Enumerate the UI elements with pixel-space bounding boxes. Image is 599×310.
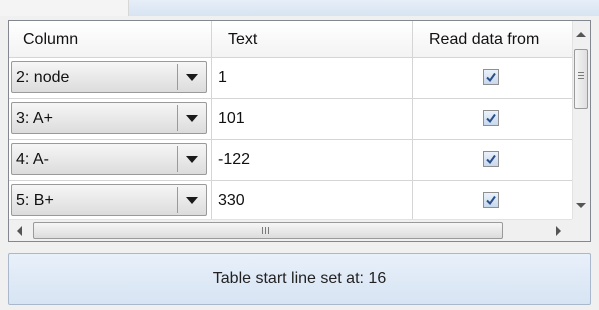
read-data-cell [413, 99, 573, 139]
top-tab-strip [0, 0, 599, 16]
table-row: 2: node 1 [9, 58, 573, 99]
grip-line [268, 227, 269, 234]
dropdown-separator [177, 64, 178, 90]
dropdown-separator [177, 187, 178, 213]
header-column[interactable]: Column [9, 21, 212, 57]
scroll-up-arrow-icon[interactable] [576, 32, 586, 37]
read-data-checkbox[interactable] [483, 110, 499, 126]
scroll-left-arrow-icon[interactable] [17, 226, 22, 236]
table-row: 5: B+ 330 [9, 181, 573, 220]
read-data-checkbox[interactable] [483, 69, 499, 85]
header-read-data-from[interactable]: Read data from [413, 21, 573, 57]
chevron-down-icon[interactable] [186, 197, 198, 204]
column-dropdown[interactable]: 2: node [11, 61, 207, 93]
scrollbar-corner [572, 219, 590, 241]
read-data-checkbox[interactable] [483, 151, 499, 167]
header-text[interactable]: Text [212, 21, 413, 57]
horizontal-scroll-thumb[interactable] [33, 222, 503, 239]
horizontal-scrollbar[interactable] [9, 219, 573, 241]
grip-line [578, 75, 584, 76]
read-data-cell [413, 140, 573, 180]
text-cell[interactable]: 330 [212, 181, 413, 220]
dropdown-separator [177, 146, 178, 172]
column-dropdown-value: 5: B+ [16, 192, 54, 209]
text-cell[interactable]: 101 [212, 99, 413, 139]
grip-line [578, 78, 584, 79]
scroll-down-arrow-icon[interactable] [576, 203, 586, 208]
vertical-scrollbar[interactable] [572, 21, 590, 220]
chevron-down-icon[interactable] [186, 156, 198, 163]
scroll-right-arrow-icon[interactable] [556, 226, 561, 236]
checkmark-icon [486, 113, 496, 124]
table-row: 3: A+ 101 [9, 99, 573, 140]
dropdown-separator [177, 105, 178, 131]
read-data-cell [413, 58, 573, 98]
text-cell[interactable]: -122 [212, 140, 413, 180]
text-cell[interactable]: 1 [212, 58, 413, 98]
column-cell: 3: A+ [9, 99, 212, 139]
checkmark-icon [486, 72, 496, 83]
chevron-down-icon[interactable] [186, 115, 198, 122]
column-dropdown[interactable]: 5: B+ [11, 184, 207, 216]
grid-rows: 2: node 1 3: A+ 101 4: A- -122 5: B+ 330 [9, 58, 573, 220]
read-data-checkbox[interactable] [483, 192, 499, 208]
vertical-scroll-thumb[interactable] [574, 49, 588, 109]
chevron-down-icon[interactable] [186, 74, 198, 81]
table-row: 4: A- -122 [9, 140, 573, 181]
read-data-cell [413, 181, 573, 220]
column-mapping-grid: Column Text Read data from 2: node 1 3: … [8, 20, 591, 242]
grip-line [265, 227, 266, 234]
tab-accent [129, 0, 599, 16]
grid-header-row: Column Text Read data from [9, 21, 573, 58]
column-cell: 5: B+ [9, 181, 212, 220]
checkmark-icon [486, 154, 496, 165]
column-dropdown[interactable]: 4: A- [11, 143, 207, 175]
grip-line [262, 227, 263, 234]
column-cell: 4: A- [9, 140, 212, 180]
column-dropdown-value: 2: node [16, 69, 70, 86]
grip-line [578, 72, 584, 73]
status-message: Table start line set at: 16 [8, 253, 591, 305]
column-cell: 2: node [9, 58, 212, 98]
column-dropdown[interactable]: 3: A+ [11, 102, 207, 134]
tab-edge [0, 0, 129, 16]
column-dropdown-value: 3: A+ [16, 110, 53, 127]
checkmark-icon [486, 195, 496, 206]
column-dropdown-value: 4: A- [16, 151, 49, 168]
